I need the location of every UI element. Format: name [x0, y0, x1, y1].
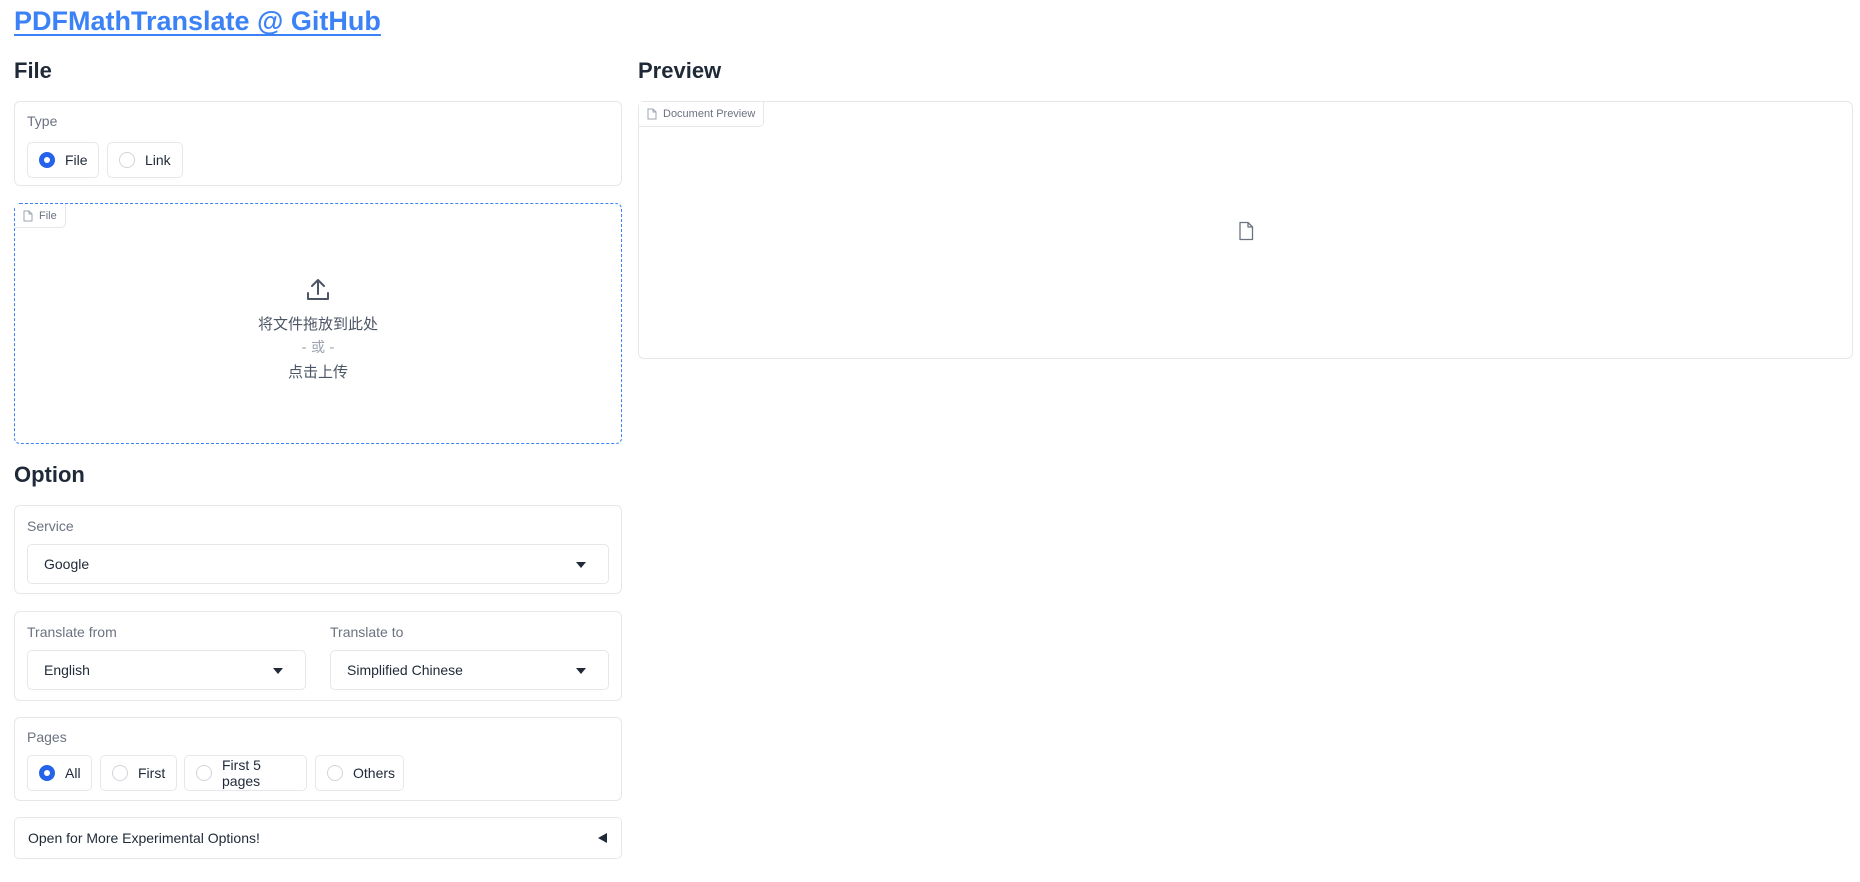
- preview-section-title: Preview: [638, 58, 722, 83]
- pages-option-all-label: All: [65, 765, 81, 781]
- upload-icon: [307, 279, 329, 300]
- pages-option-others[interactable]: Others: [315, 755, 404, 791]
- pages-option-first-5-label: First 5 pages: [222, 757, 261, 789]
- service-select[interactable]: Google: [27, 544, 609, 584]
- document-preview-chip-label: Document Preview: [663, 108, 756, 120]
- radio-unchecked-icon: [196, 765, 212, 781]
- pages-option-others-label: Others: [353, 765, 396, 781]
- type-option-link-label: Link: [145, 152, 171, 168]
- radio-checked-icon: [39, 152, 55, 168]
- document-preview-chip: Document Preview: [639, 102, 765, 127]
- chevron-down-icon: [576, 562, 586, 568]
- file-upload-chip: File: [15, 204, 66, 228]
- upload-drop-text: 将文件拖放到此处: [257, 315, 378, 333]
- translate-from-select[interactable]: English: [27, 650, 306, 690]
- document-preview: Document Preview: [638, 101, 1853, 359]
- pages-label: Pages: [27, 729, 67, 745]
- experimental-options-accordion[interactable]: Open for More Experimental Options!: [14, 817, 622, 859]
- service-select-value: Google: [44, 556, 90, 572]
- language-block: Translate from English Translate to Simp…: [14, 611, 622, 701]
- file-icon: [647, 108, 657, 120]
- upload-click-text: 点击上传: [287, 363, 348, 381]
- radio-unchecked-icon: [327, 765, 343, 781]
- upload-or-text: - 或 -: [301, 340, 335, 356]
- translate-from-label: Translate from: [27, 624, 117, 640]
- file-upload-chip-label: File: [39, 209, 57, 222]
- translate-to-select[interactable]: Simplified Chinese: [330, 650, 609, 690]
- experimental-options-label: Open for More Experimental Options!: [28, 830, 260, 846]
- pages-option-first-5[interactable]: First 5 pages: [184, 755, 307, 791]
- pages-option-all[interactable]: All: [27, 755, 92, 791]
- chevron-down-icon: [576, 668, 586, 674]
- file-icon: [1239, 221, 1254, 241]
- pages-option-first-label: First: [138, 765, 166, 781]
- github-title-link[interactable]: PDFMathTranslate @ GitHub: [14, 6, 381, 37]
- type-block: Type File Link: [14, 101, 622, 186]
- pages-block: Pages All First First 5 pages Others: [14, 717, 622, 801]
- triangle-left-icon: [598, 833, 607, 843]
- radio-unchecked-icon: [119, 152, 135, 168]
- option-section-title: Option: [14, 462, 85, 487]
- translate-from-value: English: [44, 662, 90, 678]
- chevron-down-icon: [273, 668, 283, 674]
- file-icon: [23, 210, 33, 221]
- file-upload-dropzone[interactable]: File 将文件拖放到此处 - 或 - 点击上传: [14, 203, 622, 444]
- type-label: Type: [27, 113, 58, 129]
- radio-unchecked-icon: [112, 765, 128, 781]
- type-option-file[interactable]: File: [27, 142, 99, 178]
- type-option-link[interactable]: Link: [107, 142, 183, 178]
- file-section-title: File: [14, 58, 52, 83]
- service-label: Service: [27, 518, 74, 534]
- type-option-file-label: File: [65, 152, 88, 168]
- translate-to-label: Translate to: [330, 624, 404, 640]
- pages-option-first[interactable]: First: [100, 755, 177, 791]
- service-block: Service Google: [14, 505, 622, 594]
- radio-checked-icon: [39, 765, 55, 781]
- translate-to-value: Simplified Chinese: [347, 662, 463, 678]
